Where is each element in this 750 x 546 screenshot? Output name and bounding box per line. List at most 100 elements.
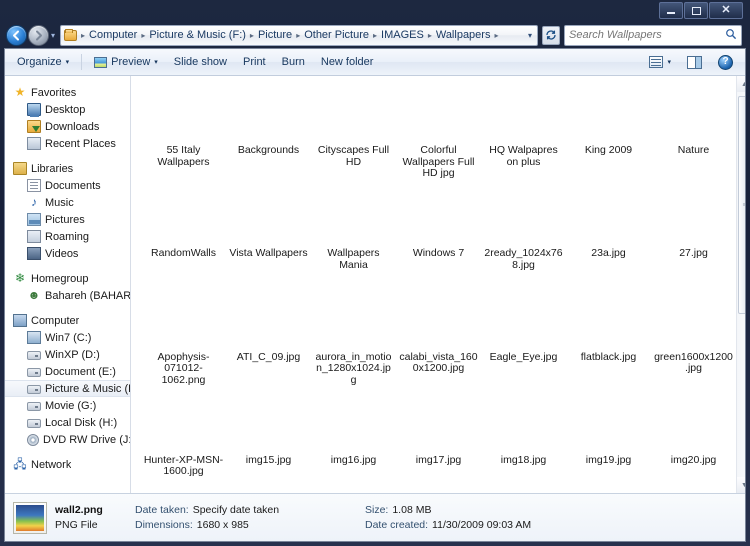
sidebar-item-document-e[interactable]: Document (E:) xyxy=(5,363,130,380)
list-item[interactable]: img17.jpg xyxy=(396,390,481,493)
sidebar-item-picture-music-f[interactable]: Picture & Music (F: xyxy=(5,380,130,397)
burn-button[interactable]: Burn xyxy=(274,53,313,71)
minimize-button[interactable] xyxy=(659,2,683,19)
list-item[interactable]: Nature xyxy=(651,80,736,183)
file-list-view[interactable]: 55 Italy Wallpapers Backgrounds Cityscap… xyxy=(135,76,745,493)
list-item[interactable]: Backgrounds xyxy=(226,80,311,183)
breadcrumb-separator: ▸ xyxy=(81,30,86,40)
sidebar-item-music[interactable]: ♪ Music xyxy=(5,194,130,211)
list-item[interactable]: 2ready_1024x768.jpg xyxy=(481,183,566,286)
details-date-taken-line[interactable]: Date taken: Specify date taken xyxy=(135,504,345,516)
new-folder-button[interactable]: New folder xyxy=(313,53,382,71)
sidebar-item-movie-g[interactable]: Movie (G:) xyxy=(5,397,130,414)
list-item[interactable]: ATI_C_09.jpg xyxy=(226,287,311,390)
scrollbar-track[interactable]: ≡ xyxy=(737,92,745,477)
list-item[interactable]: King 2009 xyxy=(566,80,651,183)
print-button[interactable]: Print xyxy=(235,53,274,71)
breadcrumb-separator[interactable]: ▸ xyxy=(139,31,147,40)
list-item[interactable]: Hunter-XP-MSN-1600.jpg xyxy=(141,390,226,493)
file-name: img18.jpg xyxy=(500,453,547,466)
breadcrumb-item-other-picture[interactable]: Other Picture xyxy=(302,28,371,42)
forward-button[interactable] xyxy=(28,24,49,46)
title-bar: ✕ xyxy=(4,0,746,22)
list-item[interactable]: RandomWalls xyxy=(141,183,226,286)
sidebar-item-win7-c[interactable]: Win7 (C:) xyxy=(5,329,130,346)
sidebar-item-pictures[interactable]: Pictures xyxy=(5,211,130,228)
view-icon xyxy=(649,56,664,68)
sidebar-item-network[interactable]: 🖧 Network xyxy=(5,456,130,473)
list-item[interactable]: aurora_in_motion_1280x1024.jpg xyxy=(311,287,396,390)
close-button[interactable]: ✕ xyxy=(709,2,743,19)
file-row: RandomWalls Vista Wallpapers Wallpapers … xyxy=(141,183,736,286)
sidebar-item-bahareh[interactable]: ☻ Bahareh (BAHAREH xyxy=(5,287,130,304)
breadcrumb-item-picture-music[interactable]: Picture & Music (F:) xyxy=(147,28,248,42)
list-item[interactable]: img15.jpg xyxy=(226,390,311,493)
preview-pane-button[interactable] xyxy=(679,53,710,72)
breadcrumb-item-wallpapers[interactable]: Wallpapers xyxy=(434,28,493,42)
sidebar-item-winxp-d[interactable]: WinXP (D:) xyxy=(5,346,130,363)
breadcrumb-separator[interactable]: ▸ xyxy=(426,31,434,40)
sidebar-item-homegroup[interactable]: ❄ Homegroup xyxy=(5,270,130,287)
slideshow-button[interactable]: Slide show xyxy=(166,53,235,71)
list-item[interactable]: 27.jpg xyxy=(651,183,736,286)
preview-button[interactable]: Preview ▾ xyxy=(86,53,166,71)
history-dropdown-button[interactable]: ▾ xyxy=(51,31,55,40)
sidebar-item-computer[interactable]: Computer xyxy=(5,312,130,329)
list-item[interactable]: flatblack.jpg xyxy=(566,287,651,390)
list-item[interactable]: Vista Wallpapers xyxy=(226,183,311,286)
vertical-scrollbar[interactable]: ▲ ≡ ▼ xyxy=(736,76,745,493)
change-view-button[interactable]: ▾ xyxy=(641,53,679,71)
list-item[interactable]: 23a.jpg xyxy=(566,183,651,286)
list-item[interactable]: img19.jpg xyxy=(566,390,651,493)
details-date-taken-label: Date taken: xyxy=(135,504,189,516)
scroll-down-button[interactable]: ▼ xyxy=(737,477,745,493)
search-box[interactable] xyxy=(564,24,742,46)
list-item[interactable]: Eagle_Eye.jpg xyxy=(481,287,566,390)
sidebar-item-favorites[interactable]: ★ Favorites xyxy=(5,84,130,101)
sidebar-item-label: Homegroup xyxy=(31,272,89,285)
breadcrumb-separator[interactable]: ▸ xyxy=(492,31,500,40)
back-button[interactable] xyxy=(6,24,27,46)
breadcrumb-separator[interactable]: ▸ xyxy=(248,31,256,40)
help-button[interactable]: ? xyxy=(710,52,741,73)
breadcrumb-item-computer[interactable]: Computer xyxy=(87,28,139,42)
sidebar-item-recent-places[interactable]: Recent Places xyxy=(5,135,130,152)
sidebar-item-roaming[interactable]: Roaming xyxy=(5,228,130,245)
list-item[interactable]: Windows 7 xyxy=(396,183,481,286)
list-item[interactable]: Wallpapers Mania xyxy=(311,183,396,286)
list-item[interactable]: green1600x1200.jpg xyxy=(651,287,736,390)
sidebar-item-documents[interactable]: Documents xyxy=(5,177,130,194)
list-item[interactable]: Apophysis-071012-1062.png xyxy=(141,287,226,390)
breadcrumb-item-picture[interactable]: Picture xyxy=(256,28,294,42)
sidebar-item-videos[interactable]: Videos xyxy=(5,245,130,262)
list-item[interactable]: Colorful Wallpapers Full HD jpg xyxy=(396,80,481,183)
breadcrumb-separator[interactable]: ▸ xyxy=(294,31,302,40)
scroll-up-button[interactable]: ▲ xyxy=(737,76,745,92)
scrollbar-thumb[interactable]: ≡ xyxy=(738,96,745,314)
sidebar-item-desktop[interactable]: Desktop xyxy=(5,101,130,118)
organize-button[interactable]: Organize ▾ xyxy=(9,53,77,71)
details-columns: wall2.png PNG File Date taken: Specify d… xyxy=(55,504,737,531)
search-icon[interactable] xyxy=(725,28,737,43)
maximize-button[interactable] xyxy=(684,2,708,19)
refresh-button[interactable] xyxy=(542,25,560,45)
list-item[interactable]: HQ Walpapres on plus xyxy=(481,80,566,183)
list-item[interactable]: 55 Italy Wallpapers xyxy=(141,80,226,183)
back-arrow-icon xyxy=(13,30,19,40)
search-input[interactable] xyxy=(569,29,725,41)
list-item[interactable]: calabi_vista_1600x1200.jpg xyxy=(396,287,481,390)
list-item[interactable]: img20.jpg xyxy=(651,390,736,493)
list-item[interactable]: Cityscapes Full HD xyxy=(311,80,396,183)
chevron-down-icon[interactable]: ▾ xyxy=(525,31,535,40)
breadcrumb-separator[interactable]: ▸ xyxy=(371,31,379,40)
file-grid: 55 Italy Wallpapers Backgrounds Cityscap… xyxy=(135,76,736,493)
sidebar-item-downloads[interactable]: Downloads xyxy=(5,118,130,135)
breadcrumb-bar[interactable]: ▸ Computer ▸ Picture & Music (F:) ▸ Pict… xyxy=(60,24,538,46)
list-item[interactable]: img16.jpg xyxy=(311,390,396,493)
details-date-taken-value[interactable]: Specify date taken xyxy=(193,504,279,516)
sidebar-item-dvd-rw-j[interactable]: DVD RW Drive (J:) xyxy=(5,431,130,448)
list-item[interactable]: img18.jpg xyxy=(481,390,566,493)
sidebar-item-libraries[interactable]: Libraries xyxy=(5,160,130,177)
breadcrumb-item-images[interactable]: IMAGES xyxy=(379,28,426,42)
sidebar-item-local-disk-h[interactable]: Local Disk (H:) xyxy=(5,414,130,431)
